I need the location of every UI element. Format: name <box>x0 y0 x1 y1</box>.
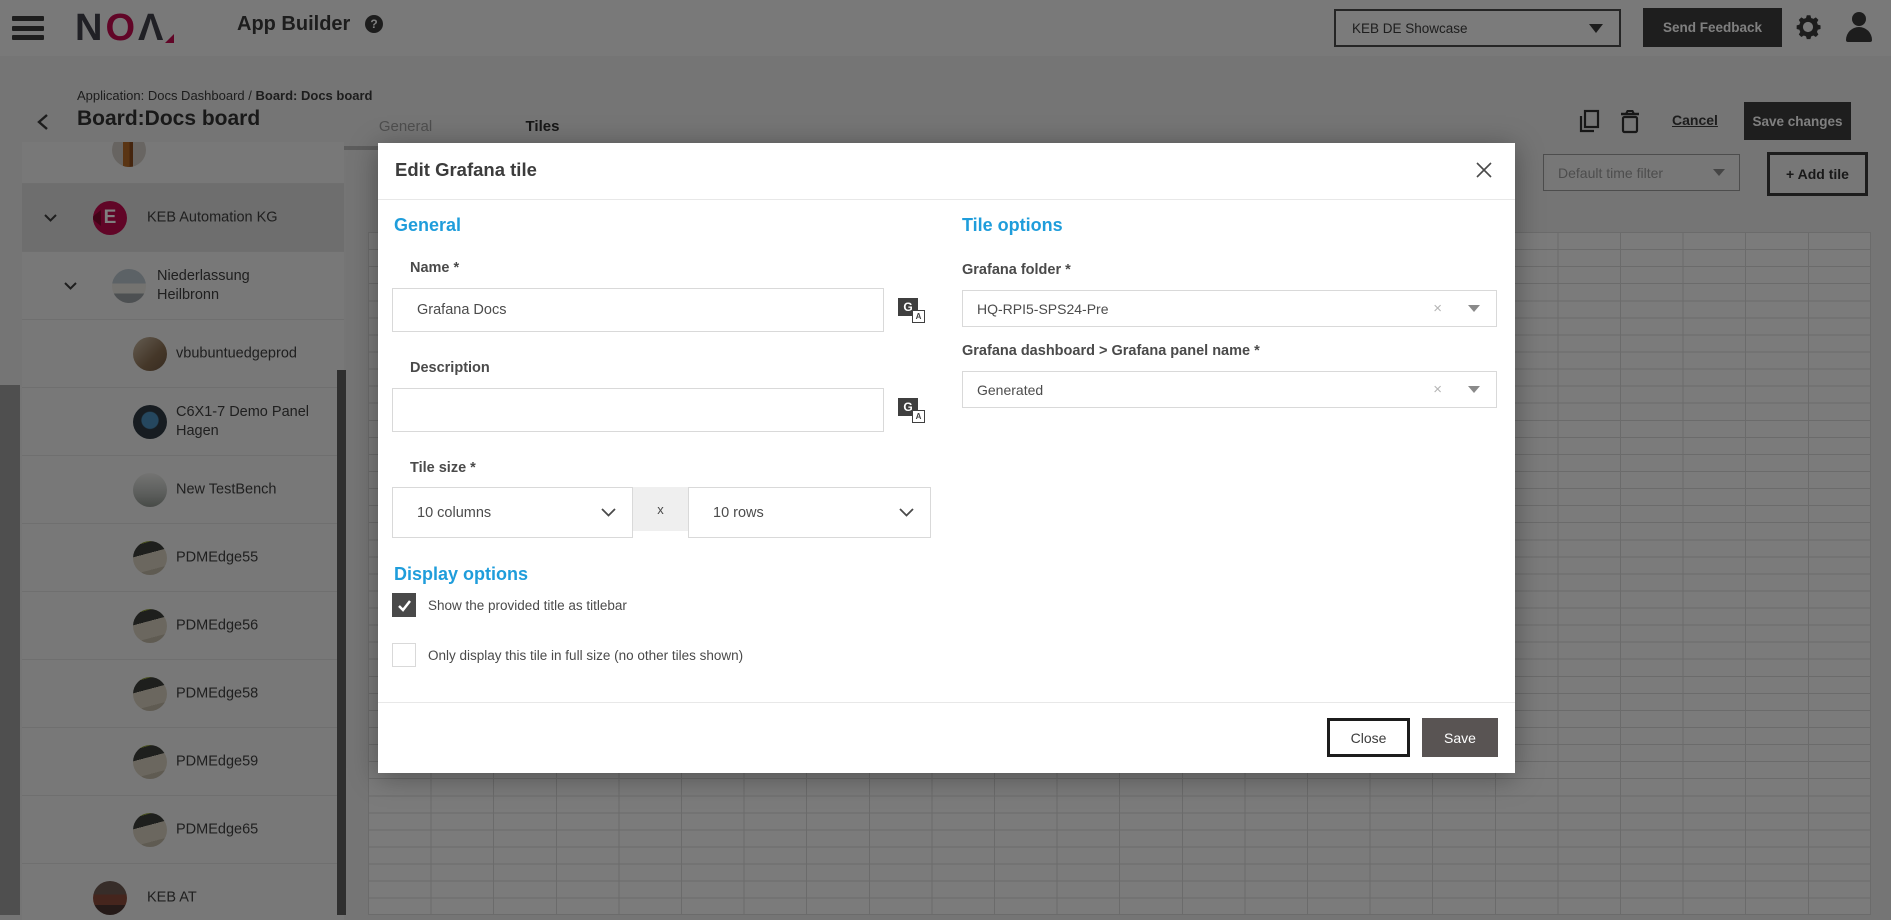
translate-icon[interactable]: G A <box>898 398 925 423</box>
app-window: NOΛ App Builder ? KEB DE Showcase Send F… <box>0 0 1891 920</box>
modal-title: Edit Grafana tile <box>395 159 537 181</box>
clear-icon[interactable]: × <box>1433 381 1442 398</box>
columns-select[interactable]: 10 columns <box>392 487 633 538</box>
translate-icon[interactable]: G A <box>898 298 925 323</box>
chevron-down-icon <box>601 508 616 517</box>
close-icon[interactable] <box>1475 161 1493 179</box>
display-option-row[interactable]: Show the provided title as titlebar <box>392 593 627 617</box>
grafana-folder-select[interactable]: HQ-RPI5-SPS24-Pre × <box>962 290 1497 327</box>
checkbox-label: Only display this tile in full size (no … <box>428 648 743 663</box>
checkmark-icon <box>397 599 412 612</box>
divider <box>378 199 1515 200</box>
chevron-down-icon <box>1468 386 1480 393</box>
description-label: Description <box>410 360 490 376</box>
grafana-folder-label: Grafana folder * <box>962 262 1071 278</box>
modal-close-button[interactable]: Close <box>1327 718 1410 757</box>
general-section-heading: General <box>394 215 461 236</box>
grafana-dashboard-value: Generated <box>977 382 1433 398</box>
size-separator: x <box>633 487 688 531</box>
grafana-folder-value: HQ-RPI5-SPS24-Pre <box>977 301 1433 317</box>
rows-value: 10 rows <box>713 505 899 521</box>
checkbox[interactable] <box>392 643 416 667</box>
description-input[interactable] <box>392 388 884 432</box>
columns-value: 10 columns <box>417 505 601 521</box>
rows-select[interactable]: 10 rows <box>688 487 931 538</box>
display-options-heading: Display options <box>394 564 528 585</box>
chevron-down-icon <box>899 508 914 517</box>
modal-save-button[interactable]: Save <box>1422 718 1498 757</box>
divider <box>378 702 1515 703</box>
clear-icon[interactable]: × <box>1433 300 1442 317</box>
chevron-down-icon <box>1468 305 1480 312</box>
display-option-row[interactable]: Only display this tile in full size (no … <box>392 643 743 667</box>
tile-options-heading: Tile options <box>962 215 1063 236</box>
name-label: Name * <box>410 260 459 276</box>
tile-size-label: Tile size * <box>410 460 476 476</box>
checkbox-label: Show the provided title as titlebar <box>428 598 627 613</box>
name-input[interactable] <box>392 288 884 332</box>
grafana-dashboard-select[interactable]: Generated × <box>962 371 1497 408</box>
grafana-dashboard-label: Grafana dashboard > Grafana panel name * <box>962 343 1260 359</box>
checkbox[interactable] <box>392 593 416 617</box>
edit-grafana-tile-modal: Edit Grafana tile General Name * G A Des… <box>378 143 1515 773</box>
